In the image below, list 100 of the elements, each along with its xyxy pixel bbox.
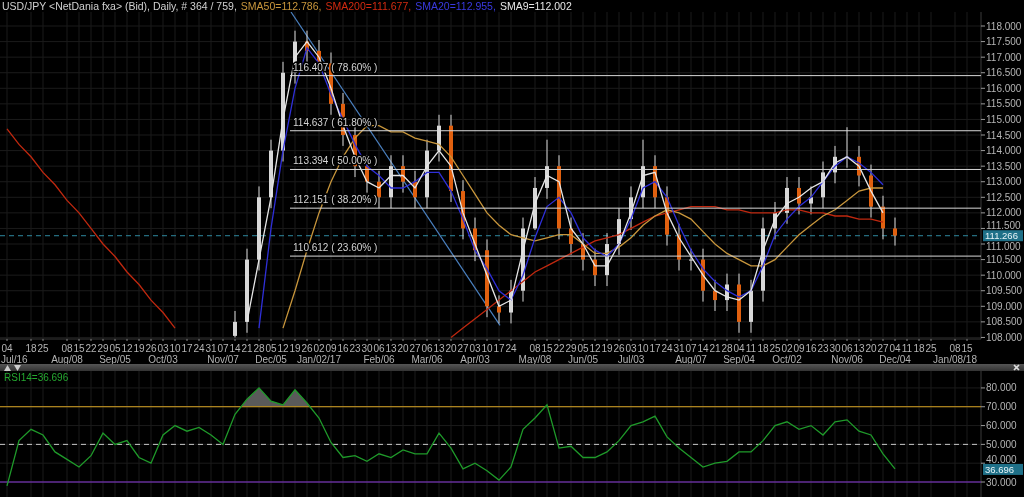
date-label: 07 xyxy=(685,343,697,354)
month-label: Oct/03 xyxy=(148,354,178,364)
axis-label: 110.000 xyxy=(986,269,1022,281)
date-label: 24 xyxy=(193,343,205,354)
candlestick xyxy=(617,207,621,256)
date-label: 04 xyxy=(889,343,901,354)
date-label: 16 xyxy=(337,343,349,354)
date-label: 18 xyxy=(757,343,769,354)
candlestick xyxy=(473,217,477,262)
month-label: Jul/16 xyxy=(1,354,28,364)
date-label: 13 xyxy=(853,343,865,354)
month-label: Jul/03 xyxy=(617,354,645,364)
value-badge: 36.696 xyxy=(983,463,1023,475)
month-label: Oct/02 xyxy=(772,354,802,364)
date-label: 14 xyxy=(697,343,709,354)
candlestick xyxy=(725,273,729,312)
date-label: 30 xyxy=(361,343,373,354)
date-label: 19 xyxy=(289,343,301,354)
axis-label: 116.500 xyxy=(986,67,1022,79)
date-label: 15 xyxy=(541,343,553,354)
candlestick xyxy=(845,126,849,169)
date-label: 03 xyxy=(625,343,637,354)
date-label: 10 xyxy=(481,343,493,354)
date-label: 12 xyxy=(589,343,601,354)
triangle-up-icon[interactable] xyxy=(4,364,11,371)
date-label: 15 xyxy=(961,343,973,354)
axis-label: 109.500 xyxy=(986,285,1023,297)
month-label: Nov/06 xyxy=(831,354,863,364)
date-label: 08 xyxy=(61,343,73,354)
price-badge: 111.266 xyxy=(983,230,1023,242)
date-label: 15 xyxy=(73,343,85,354)
date-label: 22 xyxy=(553,343,565,354)
axis-label: 80.000 xyxy=(986,382,1017,394)
ref-line-label: 111.266 xyxy=(985,230,1018,242)
date-label: 31 xyxy=(205,343,217,354)
candlestick xyxy=(605,232,609,287)
month-label: Dec/04 xyxy=(879,354,911,364)
chart-info-text: USD/JPY <NetDania fxa> (Bid), Daily, # 364 / 759, xyxy=(2,0,237,12)
date-label: 31 xyxy=(673,343,685,354)
candlestick xyxy=(425,139,429,209)
month-label: Nov/07 xyxy=(207,354,239,364)
axis-label: 114.500 xyxy=(986,129,1022,141)
month-label: Feb/06 xyxy=(363,354,395,364)
date-label: 27 xyxy=(409,343,421,354)
date-label: 21 xyxy=(241,343,253,354)
date-label: 06 xyxy=(421,343,433,354)
candlestick xyxy=(497,294,501,324)
date-label: 23 xyxy=(349,343,361,354)
axis-label: 115.500 xyxy=(986,98,1022,110)
candlestick xyxy=(437,114,441,162)
axis-label: 113.000 xyxy=(986,176,1022,188)
date-label: 26 xyxy=(145,343,157,354)
indicator-title: RSI14=36.696 xyxy=(4,372,69,383)
date-label: 22 xyxy=(85,343,97,354)
chart-info-text: SMA50=112.786, xyxy=(240,0,322,12)
candlestick xyxy=(713,279,717,312)
date-label: 26 xyxy=(301,343,313,354)
candlestick xyxy=(569,217,573,256)
candlestick xyxy=(701,248,705,303)
candlestick xyxy=(689,248,693,271)
candlestick xyxy=(773,201,777,240)
axis-label: 30.000 xyxy=(986,476,1017,488)
date-label: 12 xyxy=(277,343,289,354)
date-label: 13 xyxy=(385,343,397,354)
date-label: 26 xyxy=(613,343,625,354)
candlestick xyxy=(545,139,549,200)
axis-label: 113.500 xyxy=(986,160,1022,172)
date-label: 05 xyxy=(109,343,121,354)
candlestick xyxy=(413,170,417,209)
date-label: 18 xyxy=(913,343,925,354)
date-label: 27 xyxy=(457,343,469,354)
candlestick xyxy=(677,223,681,271)
date-label: 16 xyxy=(805,343,817,354)
candlestick xyxy=(821,161,825,209)
candlestick xyxy=(881,195,885,240)
candlestick xyxy=(233,310,237,338)
candlestick xyxy=(749,279,753,334)
axis-label: 109.000 xyxy=(986,300,1023,312)
date-label: 17 xyxy=(493,343,505,354)
chart-info-text: SMA9=112.002 xyxy=(499,0,572,12)
date-label: 20 xyxy=(445,343,457,354)
candlestick xyxy=(305,30,309,63)
date-label: 29 xyxy=(97,343,109,354)
triangle-down-icon[interactable] xyxy=(14,364,21,371)
date-label: 02 xyxy=(313,343,325,354)
date-label: 19 xyxy=(133,343,145,354)
month-label: Dec/05 xyxy=(255,354,287,364)
axis-label: 111.500 xyxy=(986,220,1021,232)
close-icon[interactable] xyxy=(1013,364,1020,371)
candlestick xyxy=(593,248,597,287)
axis-label: 60.000 xyxy=(986,420,1017,432)
candlestick xyxy=(737,273,741,334)
date-label: 25 xyxy=(37,343,49,354)
candlestick xyxy=(389,154,393,209)
axis-label: 70.000 xyxy=(986,401,1017,413)
date-label: 30 xyxy=(829,343,841,354)
date-label: 05 xyxy=(265,343,277,354)
date-label: 07 xyxy=(217,343,229,354)
month-label: Jan/02/17 xyxy=(297,354,341,364)
date-label: 10 xyxy=(169,343,181,354)
